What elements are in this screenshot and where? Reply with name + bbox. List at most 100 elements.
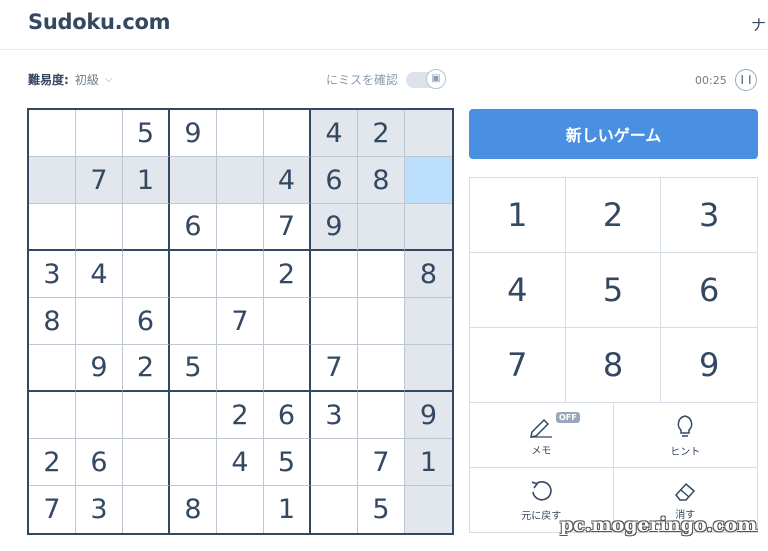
toggle-knob-icon[interactable]: ▣ bbox=[426, 68, 447, 89]
number-button-1[interactable]: 1 bbox=[470, 178, 566, 253]
sudoku-cell[interactable] bbox=[405, 486, 452, 533]
sudoku-cell[interactable] bbox=[311, 298, 358, 345]
sudoku-cell[interactable]: 2 bbox=[264, 251, 311, 298]
sudoku-cell[interactable]: 9 bbox=[311, 204, 358, 251]
sudoku-cell[interactable] bbox=[170, 298, 217, 345]
sudoku-cell[interactable]: 7 bbox=[264, 204, 311, 251]
sudoku-cell[interactable] bbox=[29, 392, 76, 439]
sudoku-cell[interactable]: 7 bbox=[217, 298, 264, 345]
sudoku-cell[interactable] bbox=[264, 298, 311, 345]
sudoku-cell[interactable] bbox=[76, 298, 123, 345]
mistake-check-toggle[interactable]: ▣ bbox=[406, 68, 447, 89]
number-button-5[interactable]: 5 bbox=[565, 253, 662, 328]
sudoku-cell[interactable]: 1 bbox=[405, 439, 452, 486]
sudoku-cell[interactable]: 2 bbox=[123, 345, 170, 392]
sudoku-cell[interactable] bbox=[170, 439, 217, 486]
sudoku-cell[interactable]: 2 bbox=[358, 110, 405, 157]
sudoku-cell[interactable]: 4 bbox=[76, 251, 123, 298]
sudoku-cell[interactable] bbox=[264, 110, 311, 157]
sudoku-cell[interactable]: 7 bbox=[311, 345, 358, 392]
sudoku-cell[interactable]: 9 bbox=[76, 345, 123, 392]
sudoku-cell[interactable]: 5 bbox=[358, 486, 405, 533]
sudoku-cell[interactable]: 8 bbox=[170, 486, 217, 533]
number-button-9[interactable]: 9 bbox=[661, 328, 757, 403]
sudoku-cell[interactable] bbox=[29, 204, 76, 251]
difficulty-selector[interactable]: 難易度: 初級 ⌵ bbox=[28, 71, 112, 88]
sudoku-cell[interactable]: 3 bbox=[29, 251, 76, 298]
sudoku-cell[interactable]: 6 bbox=[311, 157, 358, 204]
sudoku-cell[interactable] bbox=[217, 204, 264, 251]
sudoku-cell[interactable] bbox=[358, 204, 405, 251]
number-button-3[interactable]: 3 bbox=[661, 178, 757, 253]
sudoku-cell[interactable] bbox=[358, 251, 405, 298]
sudoku-cell[interactable] bbox=[29, 345, 76, 392]
sudoku-cell[interactable]: 7 bbox=[358, 439, 405, 486]
sudoku-cell[interactable]: 2 bbox=[29, 439, 76, 486]
number-button-6[interactable]: 6 bbox=[661, 253, 757, 328]
sudoku-cell[interactable] bbox=[170, 392, 217, 439]
header-menu-text[interactable]: ナ bbox=[751, 14, 766, 35]
logo[interactable]: Sudoku.com bbox=[28, 10, 170, 34]
sudoku-cell[interactable]: 2 bbox=[217, 392, 264, 439]
sudoku-cell[interactable]: 6 bbox=[170, 204, 217, 251]
sudoku-cell[interactable]: 8 bbox=[358, 157, 405, 204]
difficulty-value[interactable]: 初級 bbox=[75, 71, 99, 88]
number-button-8[interactable]: 8 bbox=[565, 328, 662, 403]
sudoku-cell[interactable]: 1 bbox=[264, 486, 311, 533]
sudoku-cell[interactable]: 8 bbox=[29, 298, 76, 345]
sudoku-cell[interactable] bbox=[264, 345, 311, 392]
sudoku-cell[interactable]: 6 bbox=[123, 298, 170, 345]
sudoku-cell[interactable] bbox=[405, 298, 452, 345]
number-button-2[interactable]: 2 bbox=[565, 178, 662, 253]
sudoku-cell[interactable]: 1 bbox=[123, 157, 170, 204]
sudoku-cell[interactable] bbox=[29, 157, 76, 204]
sudoku-cell[interactable] bbox=[123, 204, 170, 251]
sudoku-cell[interactable] bbox=[311, 251, 358, 298]
memo-button[interactable]: OFF メモ bbox=[470, 403, 614, 468]
sudoku-cell[interactable]: 4 bbox=[217, 439, 264, 486]
sudoku-cell[interactable]: 5 bbox=[264, 439, 311, 486]
sudoku-cell[interactable] bbox=[217, 486, 264, 533]
sudoku-cell[interactable] bbox=[76, 110, 123, 157]
sudoku-cell[interactable]: 7 bbox=[29, 486, 76, 533]
sudoku-cell[interactable]: 4 bbox=[264, 157, 311, 204]
sudoku-cell[interactable] bbox=[123, 439, 170, 486]
number-button-7[interactable]: 7 bbox=[470, 328, 566, 403]
sudoku-cell[interactable] bbox=[29, 110, 76, 157]
hint-button[interactable]: ヒント bbox=[613, 403, 757, 468]
sudoku-cell[interactable] bbox=[358, 298, 405, 345]
sudoku-cell[interactable] bbox=[358, 345, 405, 392]
sudoku-cell[interactable] bbox=[76, 204, 123, 251]
sudoku-cell[interactable] bbox=[405, 345, 452, 392]
sudoku-cell[interactable] bbox=[405, 204, 452, 251]
sudoku-cell[interactable] bbox=[217, 157, 264, 204]
sudoku-cell[interactable]: 9 bbox=[170, 110, 217, 157]
sudoku-cell[interactable]: 5 bbox=[123, 110, 170, 157]
sudoku-cell[interactable]: 9 bbox=[405, 392, 452, 439]
sudoku-cell[interactable] bbox=[76, 392, 123, 439]
sudoku-cell[interactable] bbox=[405, 110, 452, 157]
number-button-4[interactable]: 4 bbox=[470, 253, 566, 328]
sudoku-cell[interactable] bbox=[311, 486, 358, 533]
sudoku-cell[interactable] bbox=[217, 110, 264, 157]
sudoku-cell[interactable] bbox=[170, 157, 217, 204]
sudoku-cell[interactable] bbox=[170, 251, 217, 298]
sudoku-cell[interactable] bbox=[405, 157, 452, 204]
sudoku-cell[interactable]: 5 bbox=[170, 345, 217, 392]
sudoku-cell[interactable]: 4 bbox=[311, 110, 358, 157]
sudoku-cell[interactable]: 3 bbox=[311, 392, 358, 439]
sudoku-cell[interactable]: 6 bbox=[76, 439, 123, 486]
sudoku-cell[interactable]: 8 bbox=[405, 251, 452, 298]
sudoku-cell[interactable] bbox=[123, 392, 170, 439]
sudoku-cell[interactable] bbox=[123, 251, 170, 298]
pause-button[interactable]: ❙❙ bbox=[735, 69, 757, 91]
sudoku-cell[interactable] bbox=[217, 345, 264, 392]
sudoku-cell[interactable]: 7 bbox=[76, 157, 123, 204]
new-game-button[interactable]: 新しいゲーム bbox=[469, 109, 758, 159]
sudoku-cell[interactable] bbox=[217, 251, 264, 298]
sudoku-cell[interactable]: 6 bbox=[264, 392, 311, 439]
chevron-down-icon[interactable]: ⌵ bbox=[105, 74, 113, 85]
sudoku-cell[interactable]: 3 bbox=[76, 486, 123, 533]
sudoku-cell[interactable] bbox=[123, 486, 170, 533]
sudoku-cell[interactable] bbox=[358, 392, 405, 439]
